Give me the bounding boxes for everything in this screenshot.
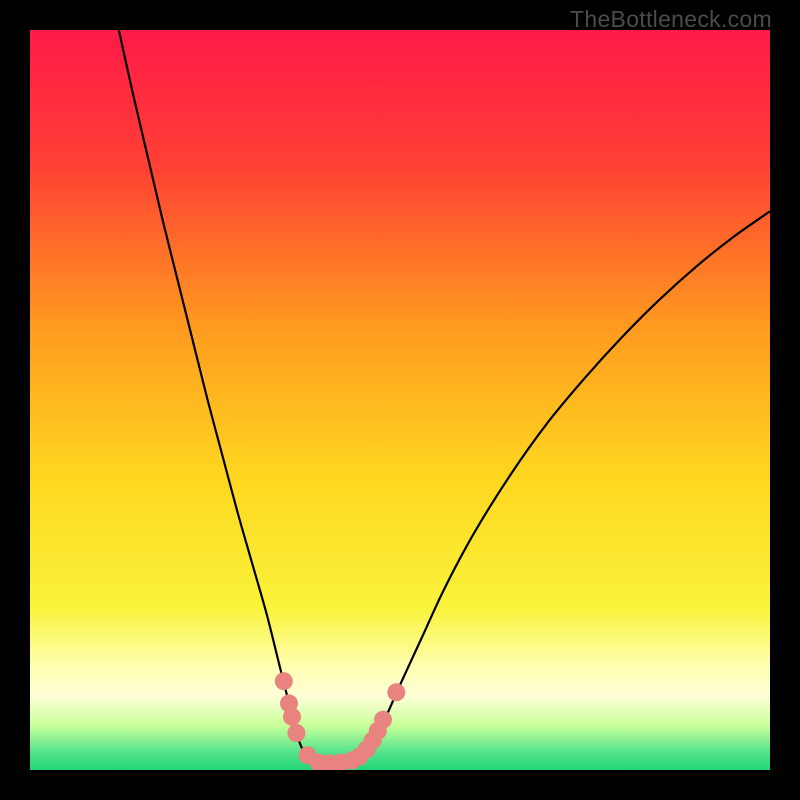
- chart-frame: [30, 30, 770, 770]
- highlight-dot: [283, 708, 301, 726]
- watermark-text: TheBottleneck.com: [570, 6, 772, 33]
- highlight-dot: [374, 711, 392, 729]
- gradient-background: [30, 30, 770, 770]
- highlight-dot: [275, 672, 293, 690]
- bottleneck-curve-chart: [30, 30, 770, 770]
- highlight-dot: [387, 683, 405, 701]
- highlight-dot: [287, 724, 305, 742]
